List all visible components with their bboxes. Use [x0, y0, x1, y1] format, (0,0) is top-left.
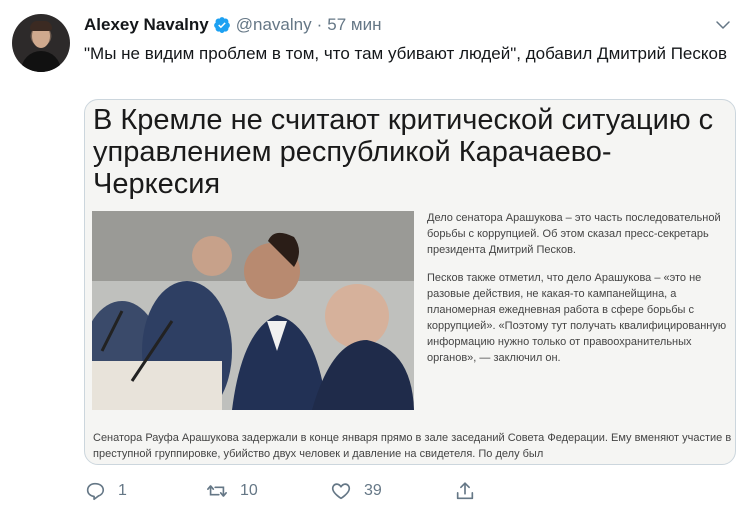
like-icon — [331, 483, 351, 500]
share-button[interactable] — [454, 480, 488, 502]
card-side-text: Дело сенатора Арашукова – это часть посл… — [427, 210, 727, 378]
reply-button[interactable]: 1 — [84, 480, 127, 502]
chevron-down-icon[interactable] — [714, 16, 732, 34]
card-headline: В Кремле не считают критической ситуацию… — [93, 104, 714, 200]
card-bottom-text: Сенатора Рауфа Арашукова задержали в кон… — [93, 432, 732, 460]
reply-icon — [86, 482, 105, 501]
retweet-button[interactable]: 10 — [206, 480, 258, 502]
author-name[interactable]: Alexey Navalny — [84, 15, 209, 35]
reply-count: 1 — [118, 482, 127, 499]
card-paragraph: Дело сенатора Арашукова – это часть посл… — [427, 212, 721, 256]
tweet-timestamp[interactable]: 57 мин — [327, 15, 381, 35]
card-paragraph: Песков также отметил, что дело Арашукова… — [427, 272, 727, 364]
verified-badge-icon — [213, 17, 230, 33]
separator-dot: · — [316, 15, 323, 34]
share-icon — [456, 482, 474, 500]
like-count: 39 — [364, 482, 382, 499]
author-handle[interactable]: @navalny — [236, 15, 312, 35]
tweet-text: "Мы не видим проблем в том, что там убив… — [84, 44, 727, 63]
tweet-actions: 1 10 39 — [84, 480, 734, 506]
photo-image — [92, 211, 414, 410]
retweet-count: 10 — [240, 482, 258, 499]
avatar[interactable] — [12, 14, 70, 72]
like-button[interactable]: 39 — [330, 480, 382, 502]
link-preview-card[interactable]: В Кремле не считают критической ситуацию… — [84, 99, 736, 465]
card-photo — [92, 211, 414, 410]
tweet[interactable]: Alexey Navalny @navalny · 57 мин "Мы не … — [0, 0, 740, 519]
tweet-header: Alexey Navalny @navalny · 57 мин — [84, 14, 382, 36]
retweet-icon — [207, 485, 227, 497]
